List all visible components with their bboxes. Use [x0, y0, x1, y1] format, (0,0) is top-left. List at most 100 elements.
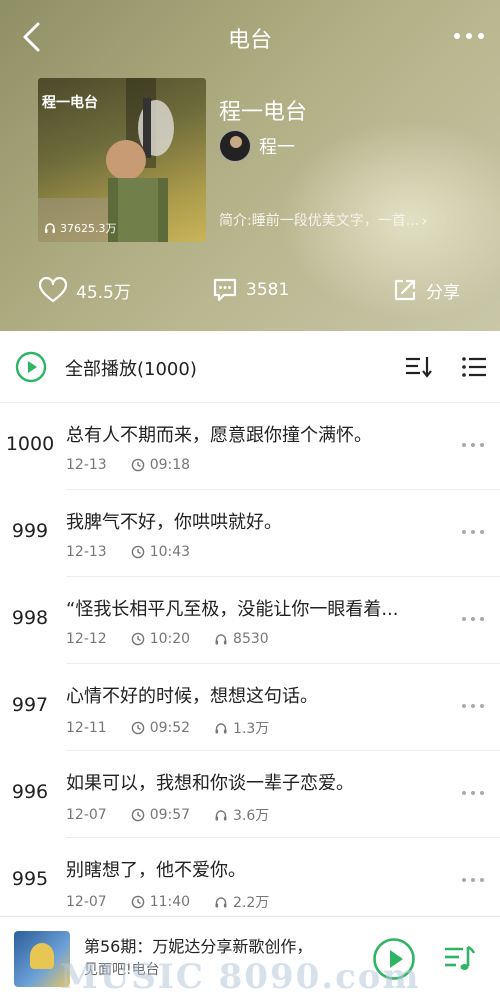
more-dots-icon [454, 33, 484, 39]
episode-meta: 12-13 09:18 [66, 457, 214, 473]
list-item[interactable]: 997 心情不好的时候，想想这句话。 12-11 09:52 1.3万 [0, 664, 500, 751]
more-dots-icon [462, 530, 484, 534]
episode-title: 心情不好的时候，想想这句话。 [66, 686, 318, 707]
album-cover[interactable]: 程一电台 37625.3万 [38, 78, 206, 242]
headphones-icon [215, 897, 227, 908]
list-item[interactable]: 996 如果可以，我想和你谈一辈子恋爱。 12-07 09:57 3.6万 [0, 751, 500, 838]
list-check-icon [462, 357, 486, 377]
episode-number: 996 [11, 781, 49, 803]
headphones-icon [215, 723, 227, 734]
episode-more-button[interactable] [460, 611, 486, 627]
like-button[interactable]: 45.5万 [38, 268, 131, 312]
episode-plays: 2.2万 [214, 892, 269, 912]
play-all-bar: 全部播放(1000) [0, 331, 500, 403]
now-playing-title[interactable]: 第56期：万妮达分享新歌创作， [84, 933, 364, 957]
episode-date: 12-13 [66, 544, 107, 560]
episode-title: 总有人不期而来，愿意跟你撞个满怀。 [66, 425, 372, 446]
play-circle-icon [15, 351, 47, 383]
episode-duration: 09:52 [131, 720, 190, 736]
episode-plays: 8530 [214, 631, 269, 647]
share-button[interactable]: 分享 [392, 268, 460, 312]
intro-text: 简介:睡前一段优美文字，一首... [219, 213, 420, 229]
like-count: 45.5万 [76, 282, 131, 303]
episode-meta: 12-07 09:57 3.6万 [66, 805, 293, 825]
episode-duration: 10:20 [131, 631, 190, 647]
action-bar: 45.5万 3581 分享 [0, 268, 500, 312]
playlist-button[interactable] [442, 941, 476, 975]
play-all-label[interactable]: 全部播放(1000) [65, 355, 197, 381]
episode-number: 1000 [5, 433, 55, 455]
page-title: 电台 [227, 28, 272, 53]
multi-select-button[interactable] [460, 353, 488, 381]
cover-title: 程一电台 [42, 95, 98, 111]
episode-date: 12-07 [66, 807, 107, 823]
more-button[interactable] [452, 24, 486, 48]
episode-meta: 12-11 09:52 1.3万 [66, 718, 293, 738]
headphones-icon [215, 810, 227, 821]
episode-plays: 1.3万 [214, 718, 269, 738]
episode-meta: 12-13 10:43 [66, 544, 214, 560]
episode-number: 997 [11, 694, 49, 716]
album-header: 电台 程一电台 37625.3万 程一电台 程一 简介:睡前一段优美文字，一首.… [0, 0, 500, 331]
episode-number: 995 [11, 868, 49, 890]
list-item[interactable]: 998 “怪我长相平凡至极，没能让你一眼看着... 12-12 10:20 85… [0, 577, 500, 664]
episode-title: 我脾气不好，你哄哄就好。 [66, 512, 282, 533]
share-icon [394, 279, 416, 301]
episode-more-button[interactable] [460, 437, 486, 453]
episode-plays: 3.6万 [214, 805, 269, 825]
clock-icon [131, 632, 144, 646]
headphones-icon [45, 223, 55, 233]
episode-duration: 10:43 [131, 544, 190, 560]
episode-duration: 11:40 [131, 894, 190, 910]
episode-date: 12-13 [66, 457, 107, 473]
list-item[interactable]: 995 别瞎想了，他不爱你。 12-07 11:40 2.2万 [0, 838, 500, 925]
clock-icon [131, 721, 144, 735]
sort-button[interactable] [404, 353, 434, 381]
list-item[interactable]: 1000 总有人不期而来，愿意跟你撞个满怀。 12-13 09:18 [0, 403, 500, 490]
episode-title: “怪我长相平凡至极，没能让你一眼看着... [66, 599, 399, 620]
mini-player: 第56期：万妮达分享新歌创作， 见面吧!电台 MUSIC 8090.com [0, 916, 500, 999]
author-link[interactable]: 程一 [219, 130, 295, 162]
episode-date: 12-11 [66, 720, 107, 736]
play-all-button[interactable] [15, 351, 47, 383]
comment-icon [213, 278, 237, 302]
clock-icon [131, 545, 144, 559]
episode-more-button[interactable] [460, 698, 486, 714]
album-intro[interactable]: 简介:睡前一段优美文字，一首... › [219, 210, 464, 230]
play-count-text: 37625.3万 [60, 222, 117, 235]
episode-date: 12-07 [66, 894, 107, 910]
episode-title: 如果可以，我想和你谈一辈子恋爱。 [66, 773, 354, 794]
more-dots-icon [462, 791, 484, 795]
now-playing-cover[interactable] [14, 931, 70, 987]
playlist-icon [445, 945, 476, 970]
episode-date: 12-12 [66, 631, 107, 647]
headphones-icon [215, 634, 227, 645]
list-item[interactable]: 999 我脾气不好，你哄哄就好。 12-13 10:43 [0, 490, 500, 577]
avatar [219, 130, 251, 162]
clock-icon [131, 808, 144, 822]
more-dots-icon [462, 443, 484, 447]
clock-icon [131, 895, 144, 909]
top-bar: 电台 [0, 0, 500, 74]
album-title: 程一电台 [219, 100, 308, 125]
comment-button[interactable]: 3581 [212, 268, 289, 312]
episode-number: 999 [11, 520, 49, 542]
sort-icon [406, 357, 432, 378]
episode-duration: 09:57 [131, 807, 190, 823]
clock-icon [131, 458, 144, 472]
more-dots-icon [462, 617, 484, 621]
more-dots-icon [462, 878, 484, 882]
author-name: 程一 [259, 137, 295, 158]
more-dots-icon [462, 704, 484, 708]
episode-list: 1000 总有人不期而来，愿意跟你撞个满怀。 12-13 09:18 999 我… [0, 403, 500, 925]
share-label: 分享 [426, 282, 460, 303]
comment-count: 3581 [246, 280, 290, 300]
heart-icon [38, 277, 68, 303]
episode-duration: 09:18 [131, 457, 190, 473]
episode-meta: 12-07 11:40 2.2万 [66, 892, 293, 912]
episode-more-button[interactable] [460, 872, 486, 888]
episode-more-button[interactable] [460, 785, 486, 801]
episode-more-button[interactable] [460, 524, 486, 540]
now-playing-subtitle: 见面吧!电台 [84, 962, 160, 978]
player-play-button[interactable] [372, 937, 416, 981]
